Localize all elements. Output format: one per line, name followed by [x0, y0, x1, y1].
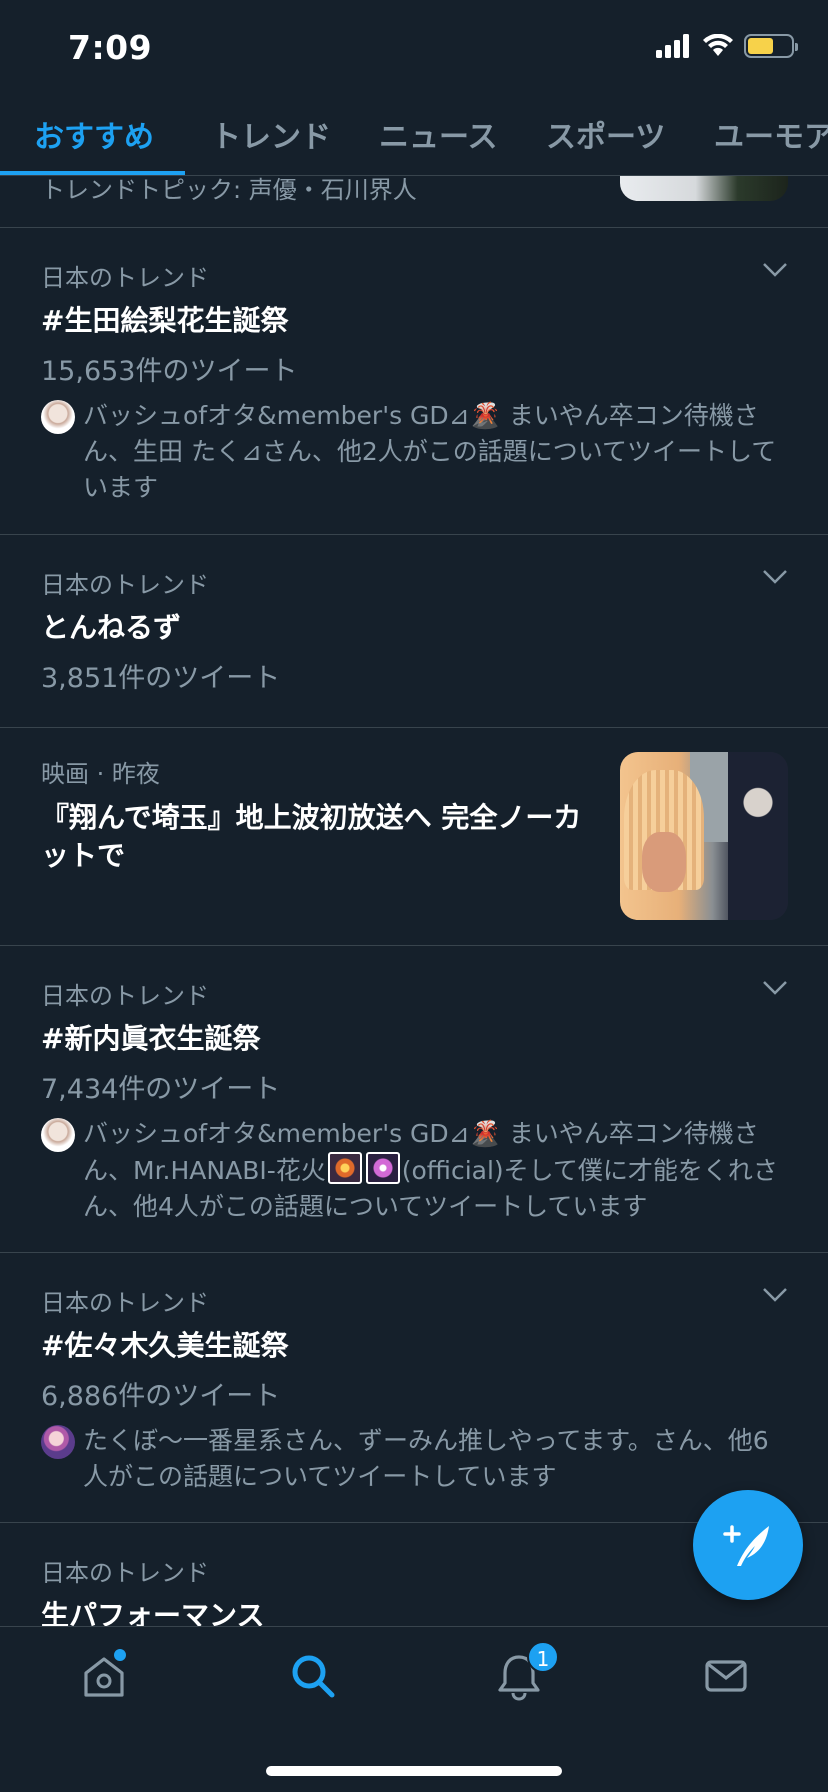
trend-meta: 日本のトレンド [41, 571, 209, 599]
participants-text: バッシュofオタ&member's GD⊿🌋 まいやん卒コン待機さん、生田 たく… [83, 401, 777, 502]
battery-level [748, 38, 774, 54]
tab-trends[interactable]: トレンド [211, 112, 331, 156]
tweet-count: 6,886件のツイート [41, 1381, 281, 1412]
chevron-down-icon[interactable] [762, 569, 788, 585]
compose-tweet-button[interactable] [693, 1490, 803, 1600]
status-time: 7:09 [68, 28, 153, 67]
active-tab-indicator [0, 171, 185, 175]
tweet-count: 3,851件のツイート [41, 663, 281, 694]
avatar [41, 1425, 75, 1459]
trend-item[interactable]: 日本のトレンド #生田絵梨花生誕祭 15,653件のツイート バッシュofオタ&… [0, 228, 828, 535]
trend-participants: バッシュofオタ&member's GD⊿🌋 まいやん卒コン待機さん、生田 たく… [41, 398, 788, 506]
messages-envelope-icon[interactable] [701, 1651, 751, 1701]
battery-icon [744, 34, 798, 58]
trend-title: とんねるず [41, 611, 182, 644]
compose-feather-icon [723, 1525, 769, 1566]
trend-item[interactable]: 日本のトレンド #新内眞衣生誕祭 7,434件のツイート バッシュofオタ&me… [0, 946, 828, 1253]
home-new-content-dot [114, 1649, 126, 1661]
home-indicator[interactable] [266, 1766, 562, 1776]
chevron-down-icon[interactable] [762, 262, 788, 278]
news-thumbnail [620, 752, 788, 920]
tweet-count: 15,653件のツイート [41, 356, 298, 387]
tab-sports[interactable]: スポーツ [546, 112, 665, 156]
trend-item[interactable]: 日本のトレンド #佐々木久美生誕祭 6,886件のツイート たくぼ〜一番星系さん… [0, 1253, 828, 1523]
wifi-icon [703, 34, 733, 56]
trend-participants: バッシュofオタ&member's GD⊿🌋 まいやん卒コン待機さん、Mr.HA… [41, 1116, 788, 1225]
chevron-down-icon[interactable] [762, 980, 788, 996]
search-icon[interactable] [288, 1651, 338, 1701]
status-bar: 7:09 [0, 0, 828, 100]
trend-title: #佐々木久美生誕祭 [41, 1329, 289, 1362]
avatar [41, 400, 75, 434]
trend-thumbnail [620, 176, 788, 201]
trend-item-partial-top[interactable]: トレンドトピック: 声優・石川界人 [0, 176, 828, 228]
trend-item[interactable]: 日本のトレンド とんねるず 3,851件のツイート [0, 535, 828, 728]
participants-text: バッシュofオタ&member's GD⊿🌋 まいやん卒コン待機さん、Mr.HA… [83, 1119, 778, 1221]
tab-recommended[interactable]: おすすめ [34, 112, 154, 156]
news-title: 『翔んで埼玉』地上波初放送へ 完全ノーカットで [41, 801, 582, 872]
avatar [41, 1118, 75, 1152]
status-icons [656, 34, 798, 58]
tab-humor[interactable]: ユーモア [714, 112, 828, 156]
fireworks-icon [327, 1152, 362, 1184]
participants-text: たくぼ〜一番星系さん、ずーみん推しやってます。さん、他6人がこの話題についてツイ… [83, 1426, 769, 1491]
tweet-count: 7,434件のツイート [41, 1074, 281, 1105]
trend-meta: 日本のトレンド [41, 982, 209, 1010]
cellular-signal-icon [656, 34, 689, 58]
trend-title: #生田絵梨花生誕祭 [41, 304, 289, 337]
trend-participants: たくぼ〜一番星系さん、ずーみん推しやってます。さん、他6人がこの話題についてツイ… [41, 1423, 788, 1495]
trend-topic-text: トレンドトピック: 声優・石川界人 [41, 176, 417, 204]
explore-tabs: おすすめ トレンド ニュース スポーツ ユーモア [0, 100, 828, 176]
trend-meta: 日本のトレンド [41, 264, 209, 292]
notifications-badge: 1 [527, 1641, 559, 1673]
trend-meta: 日本のトレンド [41, 1289, 209, 1317]
explore-feed[interactable]: トレンドトピック: 声優・石川界人 日本のトレンド #生田絵梨花生誕祭 15,6… [0, 176, 828, 1626]
trend-title: 生パフォーマンス [41, 1599, 265, 1626]
chevron-down-icon[interactable] [762, 1287, 788, 1303]
news-item[interactable]: 映画 · 昨夜 『翔んで埼玉』地上波初放送へ 完全ノーカットで [0, 728, 828, 946]
tab-news[interactable]: ニュース [379, 112, 498, 156]
sparkler-icon [365, 1152, 400, 1184]
trend-title: #新内眞衣生誕祭 [41, 1022, 261, 1055]
trend-meta: 日本のトレンド [41, 1559, 209, 1587]
